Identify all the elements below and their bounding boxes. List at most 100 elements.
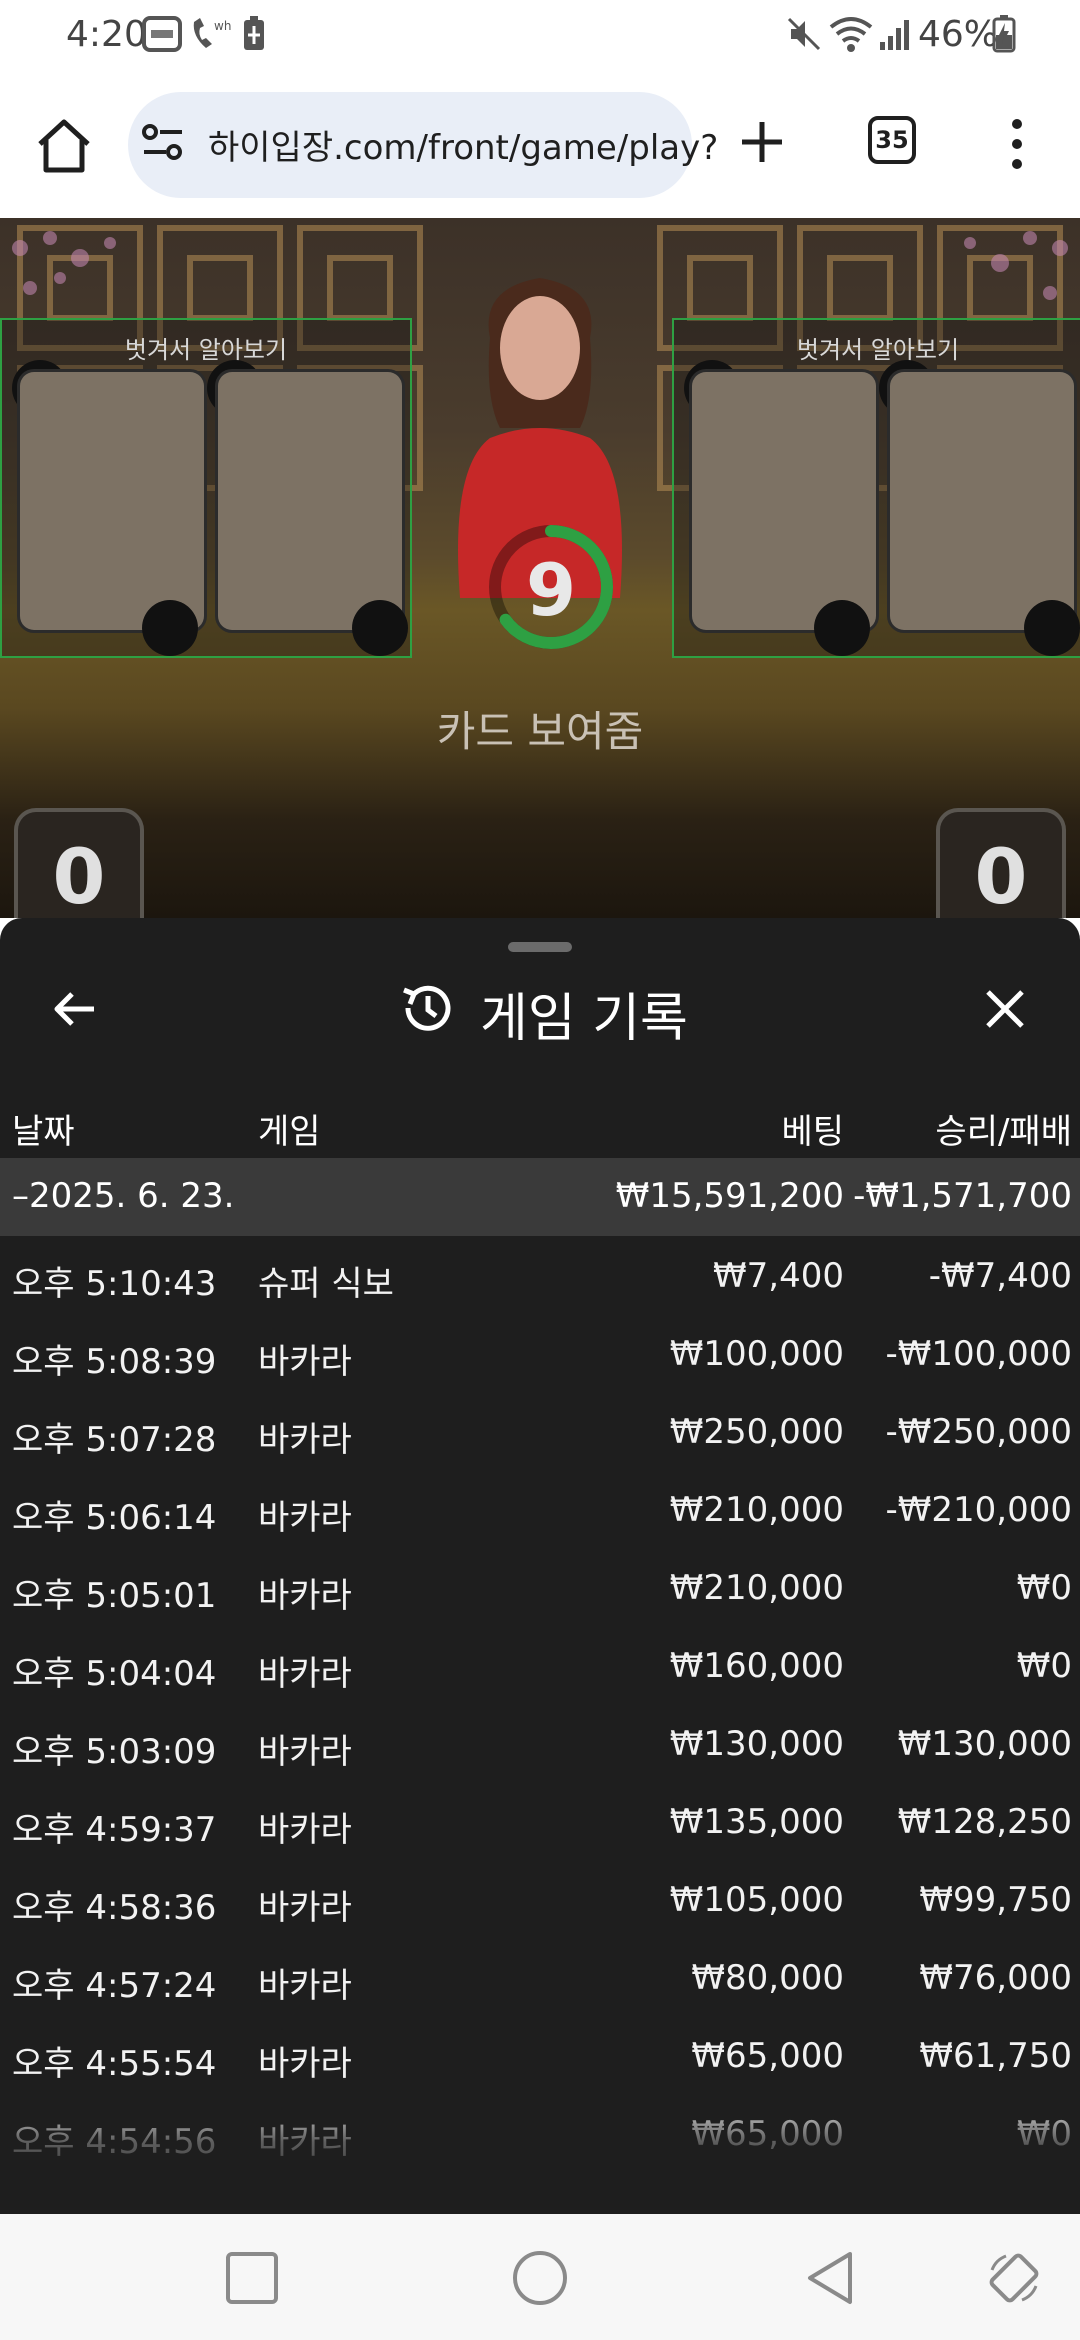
row-winloss: ₩99,750 (919, 1880, 1072, 1920)
system-nav-bar (0, 2214, 1080, 2340)
row-time: 오후 5:06:14 (12, 1498, 217, 1538)
wifi-call-icon: who (188, 14, 232, 54)
banker-card-1[interactable] (692, 372, 876, 630)
row-winloss: -₩210,000 (885, 1490, 1073, 1530)
live-game-video: 벗겨서 알아보기 벗겨서 알아보기 9 카드 보여줌 0 0 (0, 218, 1080, 918)
row-game: 바카라 (258, 1966, 352, 2006)
recents-icon[interactable] (222, 2248, 282, 2308)
history-row[interactable]: 오후 4:58:36 바카라 ₩105,000 ₩99,750 (0, 1862, 1080, 1940)
scroll-fade (0, 2094, 1080, 2214)
history-row[interactable]: 오후 5:08:39 바카라 ₩100,000 -₩100,000 (0, 1316, 1080, 1394)
sheet-title: 게임 기록 (480, 989, 688, 1049)
history-row[interactable]: 오후 5:03:09 바카라 ₩130,000 ₩130,000 (0, 1706, 1080, 1784)
history-row[interactable]: 오후 5:10:43 슈퍼 식보 ₩7,400 -₩7,400 (0, 1238, 1080, 1316)
player-card-1[interactable] (20, 372, 204, 630)
banker-card-panel[interactable]: 벗겨서 알아보기 (672, 318, 1080, 658)
row-winloss: ₩76,000 (919, 1958, 1072, 1998)
row-bet: ₩7,400 (713, 1256, 844, 1296)
game-history-sheet: 게임 기록 날짜 게임 베팅 승리/패배 –2025. 6. 23. ₩15,5… (0, 918, 1080, 2214)
site-settings-icon[interactable] (140, 120, 186, 166)
tab-count: 35 (875, 126, 909, 154)
countdown-value: 9 (525, 548, 577, 632)
row-bet: ₩105,000 (669, 1880, 844, 1920)
row-bet: ₩135,000 (669, 1802, 844, 1842)
row-time: 오후 4:57:24 (12, 1966, 217, 2006)
row-bet: ₩210,000 (669, 1568, 844, 1608)
more-icon[interactable] (1000, 114, 1034, 174)
close-icon[interactable] (980, 984, 1030, 1034)
row-time: 오후 4:58:36 (12, 1888, 217, 1928)
column-bet[interactable]: 베팅 (781, 1104, 844, 1153)
browser-toolbar: 하이입장.com/front/game/play? 35 (0, 72, 1080, 218)
drag-handle[interactable] (508, 942, 572, 952)
svg-text:who: who (214, 19, 232, 33)
home-icon[interactable] (32, 114, 96, 178)
table-header: 날짜 게임 베팅 승리/패배 (0, 1088, 1080, 1164)
player-card-panel[interactable]: 벗겨서 알아보기 (0, 318, 412, 658)
day-summary-row[interactable]: –2025. 6. 23. ₩15,591,200 -₩1,571,700 (0, 1158, 1080, 1236)
history-row[interactable]: 오후 5:05:01 바카라 ₩210,000 ₩0 (0, 1550, 1080, 1628)
wifi-icon (828, 14, 874, 54)
day-winloss-total: -₩1,571,700 (853, 1176, 1072, 1216)
row-winloss: ₩128,250 (897, 1802, 1072, 1842)
day-date: –2025. 6. 23. (12, 1176, 235, 1216)
row-winloss: ₩0 (1016, 1568, 1072, 1608)
row-bet: ₩130,000 (669, 1724, 844, 1764)
row-winloss: ₩0 (1016, 1646, 1072, 1686)
url-text[interactable]: 하이입장.com/front/game/play? (208, 120, 718, 169)
history-row[interactable]: 오후 5:07:28 바카라 ₩250,000 -₩250,000 (0, 1394, 1080, 1472)
battery-charging-icon (990, 14, 1018, 54)
day-bet-total: ₩15,591,200 (615, 1176, 844, 1216)
row-game: 바카라 (258, 1810, 352, 1850)
peel-label-player: 벗겨서 알아보기 (124, 336, 288, 364)
history-row[interactable]: 오후 4:57:24 바카라 ₩80,000 ₩76,000 (0, 1940, 1080, 2018)
row-time: 오후 5:05:01 (12, 1576, 217, 1616)
row-time: 오후 5:07:28 (12, 1420, 217, 1460)
row-time: 오후 4:55:54 (12, 2044, 217, 2084)
history-rows: 오후 5:10:43 슈퍼 식보 ₩7,400 -₩7,400 오후 5:08:39 바카… (0, 1238, 1080, 2174)
banker-card-2[interactable] (890, 372, 1074, 630)
new-tab-icon[interactable] (734, 114, 790, 170)
row-game: 바카라 (258, 1342, 352, 1382)
history-row[interactable]: 오후 5:06:14 바카라 ₩210,000 -₩210,000 (0, 1472, 1080, 1550)
row-winloss: -₩7,400 (928, 1256, 1072, 1296)
card-corner (814, 600, 870, 656)
home-circle-icon[interactable] (510, 2248, 570, 2308)
back-triangle-icon[interactable] (800, 2248, 860, 2308)
row-game: 바카라 (258, 2044, 352, 2084)
card-corner (142, 600, 198, 656)
row-winloss: -₩100,000 (885, 1334, 1073, 1374)
row-bet: ₩80,000 (691, 1958, 844, 1998)
battery-percent: 46% (918, 14, 999, 55)
row-game: 바카라 (258, 1498, 352, 1538)
history-icon (398, 980, 454, 1036)
history-row[interactable]: 오후 5:04:04 바카라 ₩160,000 ₩0 (0, 1628, 1080, 1706)
app-badge-icon (140, 14, 184, 54)
player-card-2[interactable] (218, 372, 402, 630)
card-status-text: 카드 보여줌 (436, 707, 644, 756)
row-bet: ₩160,000 (669, 1646, 844, 1686)
row-bet: ₩210,000 (669, 1490, 844, 1530)
row-time: 오후 5:08:39 (12, 1342, 217, 1382)
back-arrow-icon[interactable] (50, 984, 100, 1034)
row-bet: ₩100,000 (669, 1334, 844, 1374)
column-winloss[interactable]: 승리/패배 (935, 1104, 1072, 1153)
status-time: 4:20 (66, 14, 147, 55)
column-game[interactable]: 게임 (258, 1104, 321, 1153)
tab-switcher-button[interactable]: 35 (868, 116, 916, 164)
row-winloss: ₩130,000 (897, 1724, 1072, 1764)
row-time: 오후 5:03:09 (12, 1732, 217, 1772)
battery-saver-icon (240, 14, 268, 54)
row-time: 오후 5:04:04 (12, 1654, 217, 1694)
rotate-icon[interactable] (984, 2248, 1044, 2308)
player-score: 0 (14, 808, 144, 918)
row-game: 바카라 (258, 1654, 352, 1694)
peel-label-banker: 벗겨서 알아보기 (796, 336, 960, 364)
column-date[interactable]: 날짜 (12, 1104, 75, 1153)
history-row[interactable]: 오후 4:55:54 바카라 ₩65,000 ₩61,750 (0, 2018, 1080, 2096)
history-row[interactable]: 오후 4:59:37 바카라 ₩135,000 ₩128,250 (0, 1784, 1080, 1862)
status-bar: 4:20 who 46% (0, 0, 1080, 72)
card-corner (1024, 600, 1080, 656)
row-winloss: ₩61,750 (919, 2036, 1072, 2076)
mute-icon (784, 14, 824, 54)
